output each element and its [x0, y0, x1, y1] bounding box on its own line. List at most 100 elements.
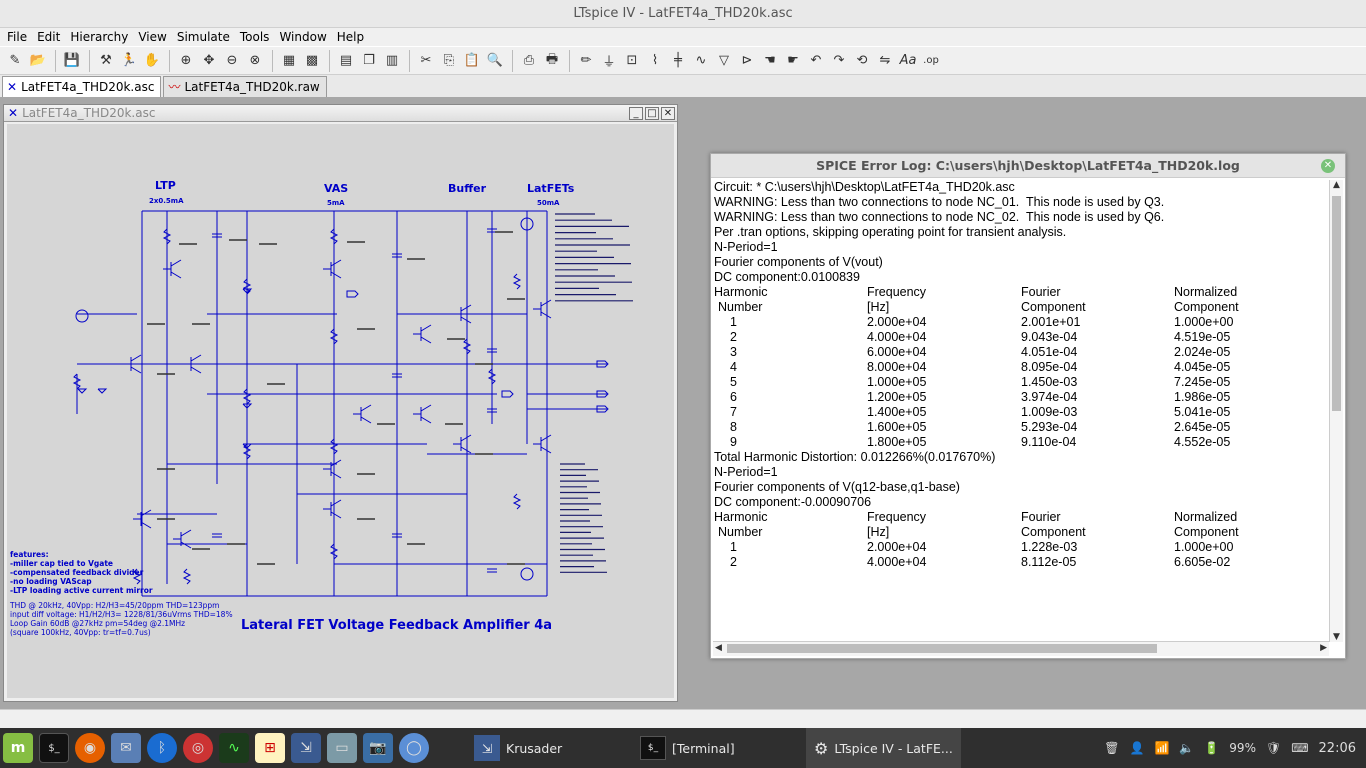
ltspice-launcher-icon[interactable]: ⊞: [255, 733, 285, 763]
chrome-icon[interactable]: ◎: [183, 733, 213, 763]
trash-icon[interactable]: 🗑: [1104, 741, 1119, 755]
voltage-source: [75, 309, 89, 323]
undo-icon[interactable]: ↶: [805, 50, 827, 72]
run-icon[interactable]: 🏃: [118, 50, 140, 72]
log-line: Circuit: * C:\users\hjh\Desktop\LatFET4a…: [714, 180, 1015, 194]
print-setup-icon[interactable]: ⎙: [518, 50, 540, 72]
copy-icon[interactable]: ⎘: [438, 50, 460, 72]
zoom-fit-icon[interactable]: ⊗: [244, 50, 266, 72]
log-line: Per .tran options, skipping operating po…: [714, 225, 1067, 239]
wire: [190, 354, 202, 362]
zoom-in-icon[interactable]: ⊕: [175, 50, 197, 72]
menu-simulate[interactable]: Simulate: [172, 28, 235, 46]
log-content[interactable]: Circuit: * C:\users\hjh\Desktop\LatFET4a…: [714, 180, 1328, 642]
schematic-icon: ✕: [8, 106, 19, 120]
schematic-canvas[interactable]: LTP 2x0.5mA VAS 5mA Buffer LatFETs 50mA …: [7, 124, 674, 698]
user-icon[interactable]: 👤: [1129, 741, 1144, 755]
log-titlebar[interactable]: SPICE Error Log: C:\users\hjh\Desktop\La…: [711, 154, 1345, 178]
mirror-icon[interactable]: ⇋: [874, 50, 896, 72]
system-tray: 🗑 👤 📶 🔈 🔋 99% 🛡 ⌨ 22:06: [1104, 741, 1366, 756]
section-label-latfets: LatFETs: [527, 182, 575, 195]
wifi-icon[interactable]: 📶: [1154, 741, 1169, 755]
label-net-icon[interactable]: ⊡: [621, 50, 643, 72]
close-button[interactable]: ✕: [661, 106, 675, 120]
grid-icon[interactable]: ▩: [301, 50, 323, 72]
tab-label: LatFET4a_THD20k.asc: [21, 79, 155, 94]
log-line: DC component:-0.00090706: [714, 495, 872, 509]
tile-horizontal-icon[interactable]: ▤: [335, 50, 357, 72]
files-icon[interactable]: ▭: [327, 733, 357, 763]
tab-waveform[interactable]: 〰 LatFET4a_THD20k.raw: [163, 76, 327, 97]
halt-icon[interactable]: ✋: [141, 50, 163, 72]
new-schematic-icon[interactable]: ✎: [4, 50, 26, 72]
save-icon[interactable]: 💾: [61, 50, 83, 72]
drag-icon[interactable]: ☛: [782, 50, 804, 72]
table-header: Harmonic Frequency Fourier Normalized: [714, 510, 1238, 524]
find-icon[interactable]: 🔍: [484, 50, 506, 72]
close-icon[interactable]: ✕: [1321, 159, 1335, 173]
menu-edit[interactable]: Edit: [32, 28, 65, 46]
menu-help[interactable]: Help: [332, 28, 369, 46]
vertical-scrollbar[interactable]: ▲ ▼: [1329, 180, 1343, 642]
keyboard-icon[interactable]: ⌨: [1291, 741, 1308, 755]
autorange-icon[interactable]: ▦: [278, 50, 300, 72]
table-row: 2 4.000e+04 9.043e-04 4.519e-05: [730, 330, 1231, 344]
wire: [330, 259, 342, 267]
bluetooth-icon[interactable]: ᛒ: [147, 733, 177, 763]
open-icon[interactable]: 📂: [27, 50, 49, 72]
clock[interactable]: 22:06: [1319, 741, 1356, 756]
control-panel-icon[interactable]: ⚒: [95, 50, 117, 72]
task-terminal[interactable]: $_ [Terminal]: [632, 728, 806, 768]
terminal-icon: $_: [640, 736, 666, 760]
volume-icon[interactable]: 🔈: [1179, 741, 1194, 755]
wire: [420, 404, 432, 412]
paste-icon[interactable]: 📋: [461, 50, 483, 72]
mint-menu-icon[interactable]: m: [3, 733, 33, 763]
log-line: Total Harmonic Distortion: 0.012266%(0.0…: [714, 450, 996, 464]
menu-hierarchy[interactable]: Hierarchy: [65, 28, 133, 46]
task-ltspice[interactable]: ⚙ LTspice IV - LatFE...: [806, 728, 961, 768]
krusader-launcher-icon[interactable]: ⇲: [291, 733, 321, 763]
cut-icon[interactable]: ✂: [415, 50, 437, 72]
rotate-icon[interactable]: ⟲: [851, 50, 873, 72]
menu-view[interactable]: View: [133, 28, 171, 46]
specs-text: THD @ 20kHz, 40Vpp: H2/H3=45/20ppm THD=1…: [10, 601, 233, 637]
battery-icon[interactable]: 🔋: [1204, 741, 1219, 755]
ground-icon[interactable]: ⏚: [598, 50, 620, 72]
terminal-launcher-icon[interactable]: $_: [39, 733, 69, 763]
firefox-icon[interactable]: ◉: [75, 733, 105, 763]
tile-vertical-icon[interactable]: ▥: [381, 50, 403, 72]
zoom-out-icon[interactable]: ⊖: [221, 50, 243, 72]
waveform-icon: 〰: [168, 79, 181, 94]
pan-icon[interactable]: ✥: [198, 50, 220, 72]
wire-icon[interactable]: ✏: [575, 50, 597, 72]
task-krusader[interactable]: ⇲ Krusader: [466, 728, 632, 768]
wire: [460, 434, 472, 442]
inductor-icon[interactable]: ∿: [690, 50, 712, 72]
document-tabs: ✕ LatFET4a_THD20k.asc 〰 LatFET4a_THD20k.…: [0, 75, 1366, 97]
component-icon[interactable]: ⊳: [736, 50, 758, 72]
resistor-icon[interactable]: ⌇: [644, 50, 666, 72]
menu-tools[interactable]: Tools: [235, 28, 275, 46]
diode-icon[interactable]: ▽: [713, 50, 735, 72]
horizontal-scrollbar[interactable]: ◀ ▶: [713, 641, 1329, 656]
print-icon[interactable]: 🖶: [541, 50, 563, 72]
browser-icon[interactable]: ◯: [399, 733, 429, 763]
move-icon[interactable]: ☚: [759, 50, 781, 72]
text-icon[interactable]: Aa: [897, 50, 919, 72]
capacitor-icon[interactable]: ╪: [667, 50, 689, 72]
cascade-icon[interactable]: ❐: [358, 50, 380, 72]
minimize-button[interactable]: _: [629, 106, 643, 120]
spice-directive-icon[interactable]: .op: [920, 50, 942, 72]
redo-icon[interactable]: ↷: [828, 50, 850, 72]
menu-file[interactable]: File: [2, 28, 32, 46]
maximize-button[interactable]: □: [645, 106, 659, 120]
mail-icon[interactable]: ✉: [111, 733, 141, 763]
waveform-app-icon[interactable]: ∿: [219, 733, 249, 763]
camera-icon[interactable]: 📷: [363, 733, 393, 763]
wire: [420, 336, 432, 344]
tab-schematic[interactable]: ✕ LatFET4a_THD20k.asc: [2, 76, 162, 97]
shield-icon[interactable]: 🛡: [1266, 741, 1281, 755]
menu-window[interactable]: Window: [274, 28, 331, 46]
schematic-window-titlebar[interactable]: ✕ LatFET4a_THD20k.asc _ □ ✕: [4, 105, 677, 122]
